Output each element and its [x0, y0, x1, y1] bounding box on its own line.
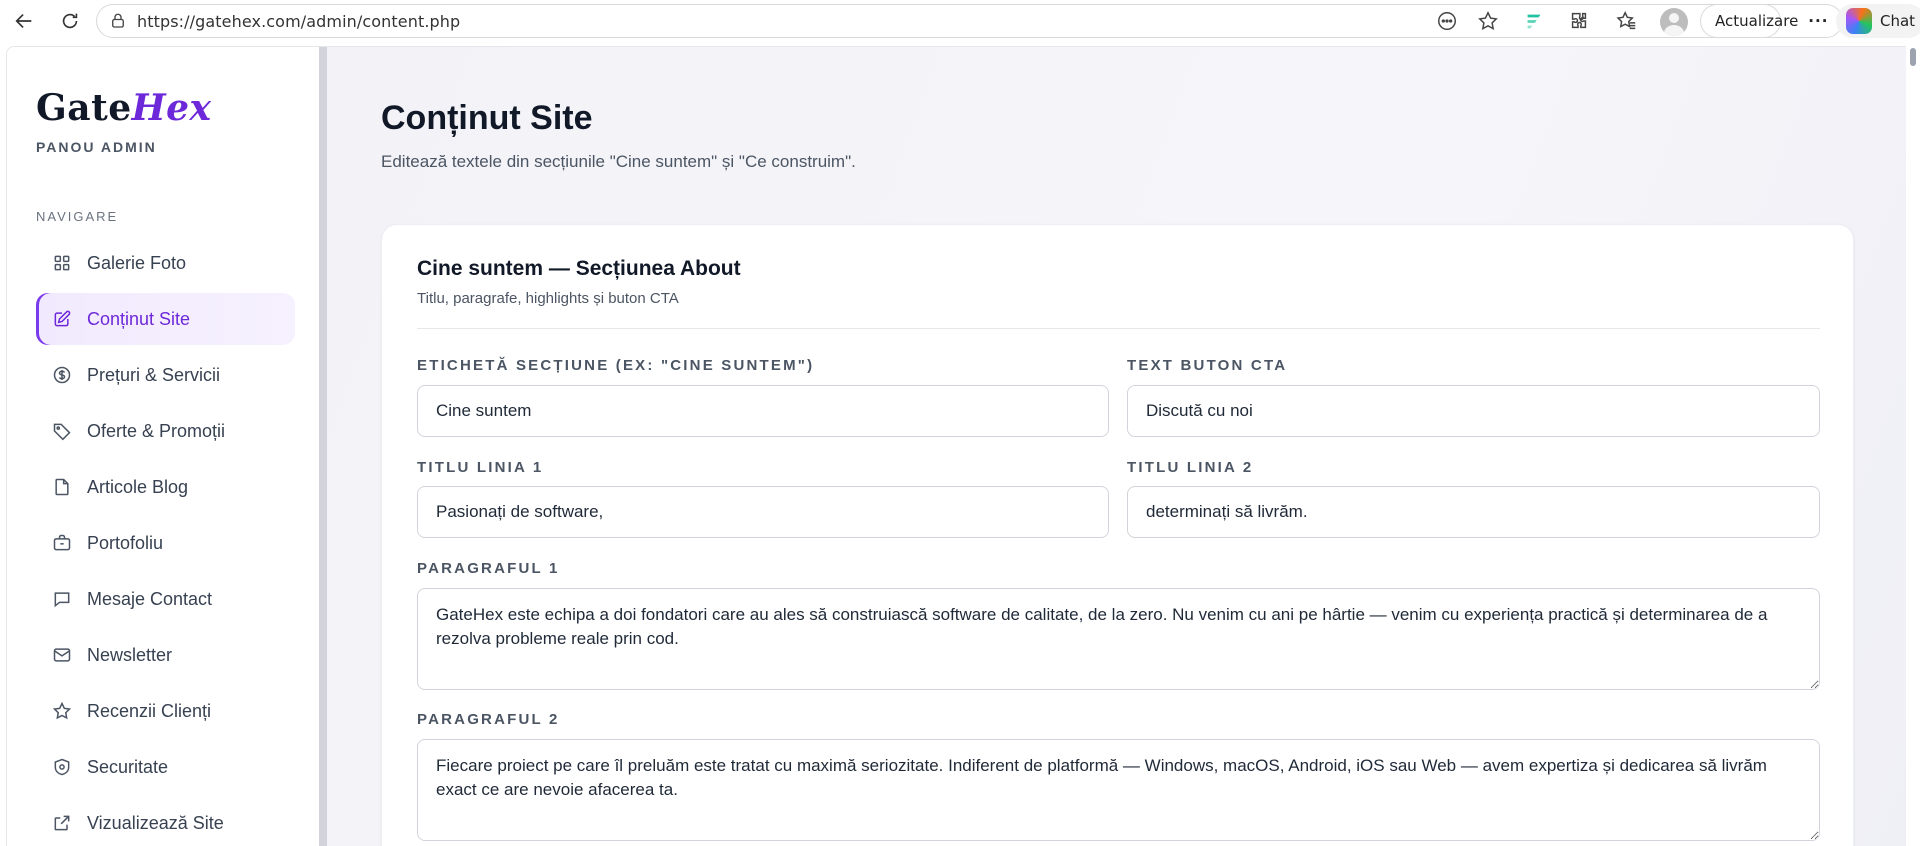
copilot-icon — [1846, 8, 1872, 34]
card-subtitle: Titlu, paragrafe, highlights și buton CT… — [417, 290, 679, 307]
sidebar-item-galerie-foto[interactable]: Galerie Foto — [36, 237, 295, 289]
favorites-icon[interactable] — [1614, 8, 1640, 34]
sidebar-item-oferte-promotii[interactable]: Oferte & Promoții — [36, 405, 295, 457]
briefcase-icon — [52, 533, 72, 553]
dollar-icon — [52, 365, 72, 385]
sidebar-item-articole-blog[interactable]: Articole Blog — [36, 461, 295, 513]
sidebar-item-preturi-servicii[interactable]: Prețuri & Servicii — [36, 349, 295, 401]
window-scrollbar[interactable] — [1906, 46, 1920, 846]
title-line2-field-label: TITLU LINIA 2 — [1127, 459, 1254, 476]
extension-f-icon[interactable] — [1521, 8, 1547, 34]
title-line1-input[interactable] — [417, 486, 1109, 538]
page-title: Conținut Site — [381, 99, 593, 137]
sidebar-item-label: Galerie Foto — [87, 252, 187, 273]
sidebar-nav: Galerie Foto Conținut Site Prețuri & Ser… — [36, 237, 295, 846]
reader-mode-icon[interactable] — [1434, 8, 1460, 34]
back-icon[interactable] — [10, 7, 38, 35]
reload-icon[interactable] — [56, 7, 84, 35]
chat-label: Chat — [1880, 12, 1916, 30]
external-link-icon — [52, 813, 72, 833]
sidebar-item-label: Prețuri & Servicii — [87, 364, 221, 385]
about-section-card: Cine suntem — Secțiunea About Titlu, par… — [381, 224, 1854, 846]
brand-subtitle: PANOU ADMIN — [36, 139, 157, 155]
sidebar-item-label: Mesaje Contact — [87, 588, 213, 609]
window-scrollbar-thumb[interactable] — [1910, 48, 1916, 66]
paragraph2-textarea[interactable]: Fiecare proiect pe care îl preluăm este … — [417, 739, 1820, 841]
grid-icon — [52, 253, 72, 273]
sidebar-item-label: Vizualizează Site — [87, 812, 224, 833]
sidebar-item-continut-site[interactable]: Conținut Site — [36, 293, 295, 345]
sidebar-item-label: Articole Blog — [87, 476, 189, 497]
nav-heading: NAVIGARE — [36, 209, 119, 224]
card-divider — [417, 328, 1820, 329]
more-icon[interactable]: ··· — [1808, 12, 1828, 30]
update-label: Actualizare — [1715, 12, 1799, 30]
main-content: Conținut Site Editează textele din secți… — [327, 47, 1906, 846]
card-title: Cine suntem — Secțiunea About — [417, 257, 741, 280]
page-viewport: GateHex PANOU ADMIN NAVIGARE Galerie Fot… — [6, 46, 1906, 846]
profile-icon[interactable] — [1660, 8, 1688, 36]
section-label-field-label: ETICHETĂ SECȚIUNE (EX: "CINE SUNTEM") — [417, 357, 815, 374]
sidebar-item-recenzii-clienti[interactable]: Recenzii Clienți — [36, 685, 295, 737]
star-icon — [52, 701, 72, 721]
sidebar-item-label: Oferte & Promoții — [87, 420, 226, 441]
paragraph1-field-label: PARAGRAFUL 1 — [417, 560, 560, 577]
sidebar-item-securitate[interactable]: Securitate — [36, 741, 295, 793]
star-icon[interactable] — [1475, 8, 1501, 34]
update-button[interactable]: Actualizare ··· — [1700, 4, 1844, 38]
mail-icon — [52, 645, 72, 665]
sidebar-item-mesaje-contact[interactable]: Mesaje Contact — [36, 573, 295, 625]
sidebar-item-label: Recenzii Clienți — [87, 700, 212, 721]
sidebar-item-label: Newsletter — [87, 644, 173, 665]
sidebar-item-newsletter[interactable]: Newsletter — [36, 629, 295, 681]
url-text[interactable]: https://gatehex.com/admin/content.php — [137, 12, 460, 31]
message-icon — [52, 589, 72, 609]
sidebar-item-portofoliu[interactable]: Portofoliu — [36, 517, 295, 569]
title-line1-field-label: TITLU LINIA 1 — [417, 459, 544, 476]
paragraph2-field-label: PARAGRAFUL 2 — [417, 711, 560, 728]
extensions-icon[interactable] — [1566, 8, 1592, 34]
browser-toolbar: https://gatehex.com/admin/content.php Ac… — [0, 0, 1920, 42]
cta-text-field-label: TEXT BUTON CTA — [1127, 357, 1288, 374]
lock-icon[interactable] — [109, 12, 127, 30]
sidebar: GateHex PANOU ADMIN NAVIGARE Galerie Fot… — [7, 47, 325, 846]
sidebar-item-label: Securitate — [87, 756, 169, 777]
copilot-chat-button[interactable]: Chat — [1836, 4, 1920, 38]
page-subtitle: Editează textele din secțiunile "Cine su… — [381, 152, 856, 171]
section-label-input[interactable] — [417, 385, 1109, 437]
file-icon — [52, 477, 72, 497]
title-line2-input[interactable] — [1127, 486, 1820, 538]
brand-logo[interactable]: GateHex — [36, 87, 212, 129]
brand-name-first: Gate — [36, 87, 132, 129]
tag-icon — [52, 421, 72, 441]
brand-name-second: Hex — [131, 87, 212, 129]
sidebar-item-label: Conținut Site — [87, 308, 191, 329]
edit-icon — [52, 309, 72, 329]
cta-text-input[interactable] — [1127, 385, 1820, 437]
paragraph1-textarea[interactable]: GateHex este echipa a doi fondatori care… — [417, 588, 1820, 690]
shield-icon — [52, 757, 72, 777]
sidebar-item-label: Portofoliu — [87, 532, 164, 553]
sidebar-scrollbar[interactable] — [319, 47, 327, 846]
sidebar-item-vizualizeaza-site[interactable]: Vizualizează Site — [36, 797, 295, 846]
